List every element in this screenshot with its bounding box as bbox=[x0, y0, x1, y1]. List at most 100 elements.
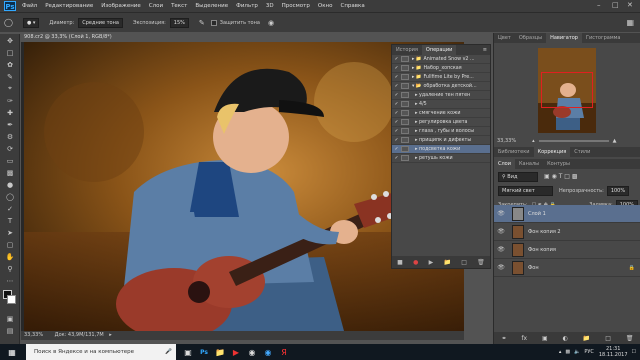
navigator-zoom-value[interactable]: 33,33% bbox=[497, 138, 516, 144]
lasso-tool-icon[interactable]: ✿ bbox=[3, 59, 17, 70]
action-set[interactable]: ✓ ▸ 📁 Fullfime Lite by Pre... bbox=[392, 73, 490, 82]
hand-tool-icon[interactable]: ✋ bbox=[3, 251, 17, 262]
action-set[interactable]: ✓ ▸ 📁 Набор_хопская bbox=[392, 64, 490, 73]
menu-help[interactable]: Справка bbox=[340, 3, 364, 9]
quick-mask-icon[interactable]: ▣ bbox=[3, 313, 17, 324]
screen-mode-icon[interactable]: ▤ bbox=[3, 325, 17, 336]
menu-file[interactable]: Файл bbox=[22, 3, 37, 9]
dialog-toggle-icon[interactable] bbox=[401, 128, 409, 134]
menu-text[interactable]: Текст bbox=[171, 3, 187, 9]
gradient-tool-icon[interactable]: ▩ bbox=[3, 167, 17, 178]
dialog-toggle-icon[interactable] bbox=[401, 146, 409, 152]
stamp-tool-icon[interactable]: ⚙ bbox=[3, 131, 17, 142]
play-icon[interactable]: ▶ bbox=[429, 259, 434, 266]
tab-swatches[interactable]: Образцы bbox=[515, 33, 546, 43]
eye-icon[interactable]: 👁 bbox=[494, 246, 508, 253]
taskbar-search[interactable]: Поиск в Яндексе и на компьютере 🎤 bbox=[26, 344, 176, 360]
menu-select[interactable]: Выделение bbox=[195, 3, 228, 9]
tab-color[interactable]: Цвет bbox=[494, 33, 515, 43]
layer-kind-filter[interactable]: ⚲ Вид bbox=[498, 171, 538, 182]
tab-actions[interactable]: Операции bbox=[421, 45, 457, 55]
eye-icon[interactable]: 👁 bbox=[494, 264, 508, 271]
marquee-tool-icon[interactable]: □ bbox=[3, 47, 17, 58]
layer-row[interactable]: 👁 Фон копия 2 bbox=[494, 223, 640, 241]
eye-icon[interactable]: 👁 bbox=[494, 228, 508, 235]
mask-icon[interactable]: ▣ bbox=[542, 335, 548, 342]
eraser-tool-icon[interactable]: ▭ bbox=[3, 155, 17, 166]
dialog-toggle-icon[interactable] bbox=[401, 155, 409, 161]
check-icon[interactable]: ✓ bbox=[392, 93, 401, 98]
menu-layers[interactable]: Слои bbox=[149, 3, 163, 9]
status-arrow-icon[interactable]: ▸ bbox=[109, 332, 112, 338]
action-item[interactable]: ✓ ▸ прищипк и дифекты bbox=[392, 136, 490, 145]
more-tools-icon[interactable]: ⋯ bbox=[3, 275, 17, 286]
navigator-view-box[interactable] bbox=[541, 72, 593, 108]
yandex-icon[interactable]: Я bbox=[276, 344, 292, 360]
document-tab[interactable]: 908.cr2 @ 33,3% (Слой 1, RGB/8*) bbox=[21, 33, 141, 42]
layer-row[interactable]: 👁 Фон 🔒 bbox=[494, 259, 640, 277]
shape-tool-icon[interactable]: ▢ bbox=[3, 239, 17, 250]
action-set[interactable]: ✓ ▸ 📁 Animated Snow v2 ... bbox=[392, 55, 490, 64]
zoom-tool-icon[interactable]: ⚲ bbox=[3, 263, 17, 274]
app-icon[interactable]: ◉ bbox=[244, 344, 260, 360]
crop-tool-icon[interactable]: ⌖ bbox=[3, 83, 17, 94]
action-item[interactable]: ✓ ▸ регулировка цвета bbox=[392, 118, 490, 127]
dialog-toggle-icon[interactable] bbox=[401, 92, 409, 98]
menu-edit[interactable]: Редактирование bbox=[45, 3, 93, 9]
fx-icon[interactable]: fx bbox=[521, 335, 527, 342]
new-set-icon[interactable]: 📁 bbox=[443, 259, 450, 266]
expand-icon[interactable]: ▸ bbox=[415, 120, 417, 125]
dialog-toggle-icon[interactable] bbox=[401, 101, 409, 107]
tab-history[interactable]: История bbox=[392, 45, 422, 55]
browser-icon[interactable]: ◉ bbox=[260, 344, 276, 360]
brush-tool-icon[interactable]: ✒ bbox=[3, 119, 17, 130]
adjustment-layer-icon[interactable]: ◐ bbox=[563, 335, 568, 342]
expand-icon[interactable]: ▸ bbox=[415, 102, 417, 107]
record-icon[interactable]: ● bbox=[413, 259, 418, 266]
quick-select-tool-icon[interactable]: ✎ bbox=[3, 71, 17, 82]
airbrush-icon[interactable]: ✎ bbox=[199, 19, 205, 27]
close-icon[interactable]: ✕ bbox=[627, 1, 633, 9]
check-icon[interactable]: ✓ bbox=[392, 129, 401, 134]
opacity-input[interactable]: 100% bbox=[606, 185, 630, 196]
menu-3d[interactable]: 3D bbox=[266, 3, 274, 9]
dialog-toggle-icon[interactable] bbox=[401, 110, 409, 116]
expand-icon[interactable]: ▸ bbox=[415, 129, 417, 134]
photoshop-taskbar-icon[interactable]: Ps bbox=[196, 344, 212, 360]
media-icon[interactable]: ▶ bbox=[228, 344, 244, 360]
action-item[interactable]: ✓ ▸ удаление тен пятен bbox=[392, 91, 490, 100]
tab-styles[interactable]: Стили bbox=[570, 147, 594, 157]
expand-icon[interactable]: ▸ bbox=[415, 138, 417, 143]
windows-start-icon[interactable]: ▦ bbox=[4, 344, 20, 360]
workspace-icon[interactable]: ▦ bbox=[626, 18, 634, 27]
eye-icon[interactable]: 👁 bbox=[494, 210, 508, 217]
action-item[interactable]: ✓ ▸ ретушь кожи bbox=[392, 154, 490, 163]
blur-tool-icon[interactable]: ● bbox=[3, 179, 17, 190]
notifications-icon[interactable]: ☐ bbox=[632, 349, 636, 355]
expand-icon[interactable]: ▸ bbox=[415, 111, 417, 116]
eyedropper-tool-icon[interactable]: ✑ bbox=[3, 95, 17, 106]
expand-icon[interactable]: ▸ bbox=[415, 156, 417, 161]
dodge-tool-icon[interactable]: ◯ bbox=[4, 18, 13, 27]
check-icon[interactable]: ✓ bbox=[392, 57, 401, 62]
dialog-toggle-icon[interactable] bbox=[401, 74, 409, 80]
check-icon[interactable]: ✓ bbox=[392, 66, 401, 71]
move-tool-icon[interactable]: ✥ bbox=[3, 35, 17, 46]
dialog-toggle-icon[interactable] bbox=[401, 83, 409, 89]
check-icon[interactable]: ✓ bbox=[392, 120, 401, 125]
check-icon[interactable]: ✓ bbox=[392, 102, 401, 107]
layer-row[interactable]: 👁 Слой 1 bbox=[494, 205, 640, 223]
zoom-level[interactable]: 33,33% bbox=[24, 332, 43, 338]
link-icon[interactable]: ⚭ bbox=[501, 335, 506, 342]
dodge-tool-icon[interactable]: ◯ bbox=[3, 191, 17, 202]
dialog-toggle-icon[interactable] bbox=[401, 119, 409, 125]
new-action-icon[interactable]: □ bbox=[461, 259, 467, 266]
action-item[interactable]: ✓ ▸ 4/5 bbox=[392, 100, 490, 109]
language-indicator[interactable]: РУС bbox=[584, 349, 594, 355]
action-item[interactable]: ✓ ▸ смягчение кожи bbox=[392, 109, 490, 118]
zoom-out-icon[interactable]: ▴ bbox=[532, 138, 535, 144]
menu-filter[interactable]: Фильтр bbox=[236, 3, 258, 9]
blend-mode-select[interactable]: Мягкий свет bbox=[498, 185, 553, 196]
exposure-input[interactable]: 15% bbox=[169, 17, 189, 28]
tab-navigator[interactable]: Навигатор bbox=[546, 33, 582, 43]
